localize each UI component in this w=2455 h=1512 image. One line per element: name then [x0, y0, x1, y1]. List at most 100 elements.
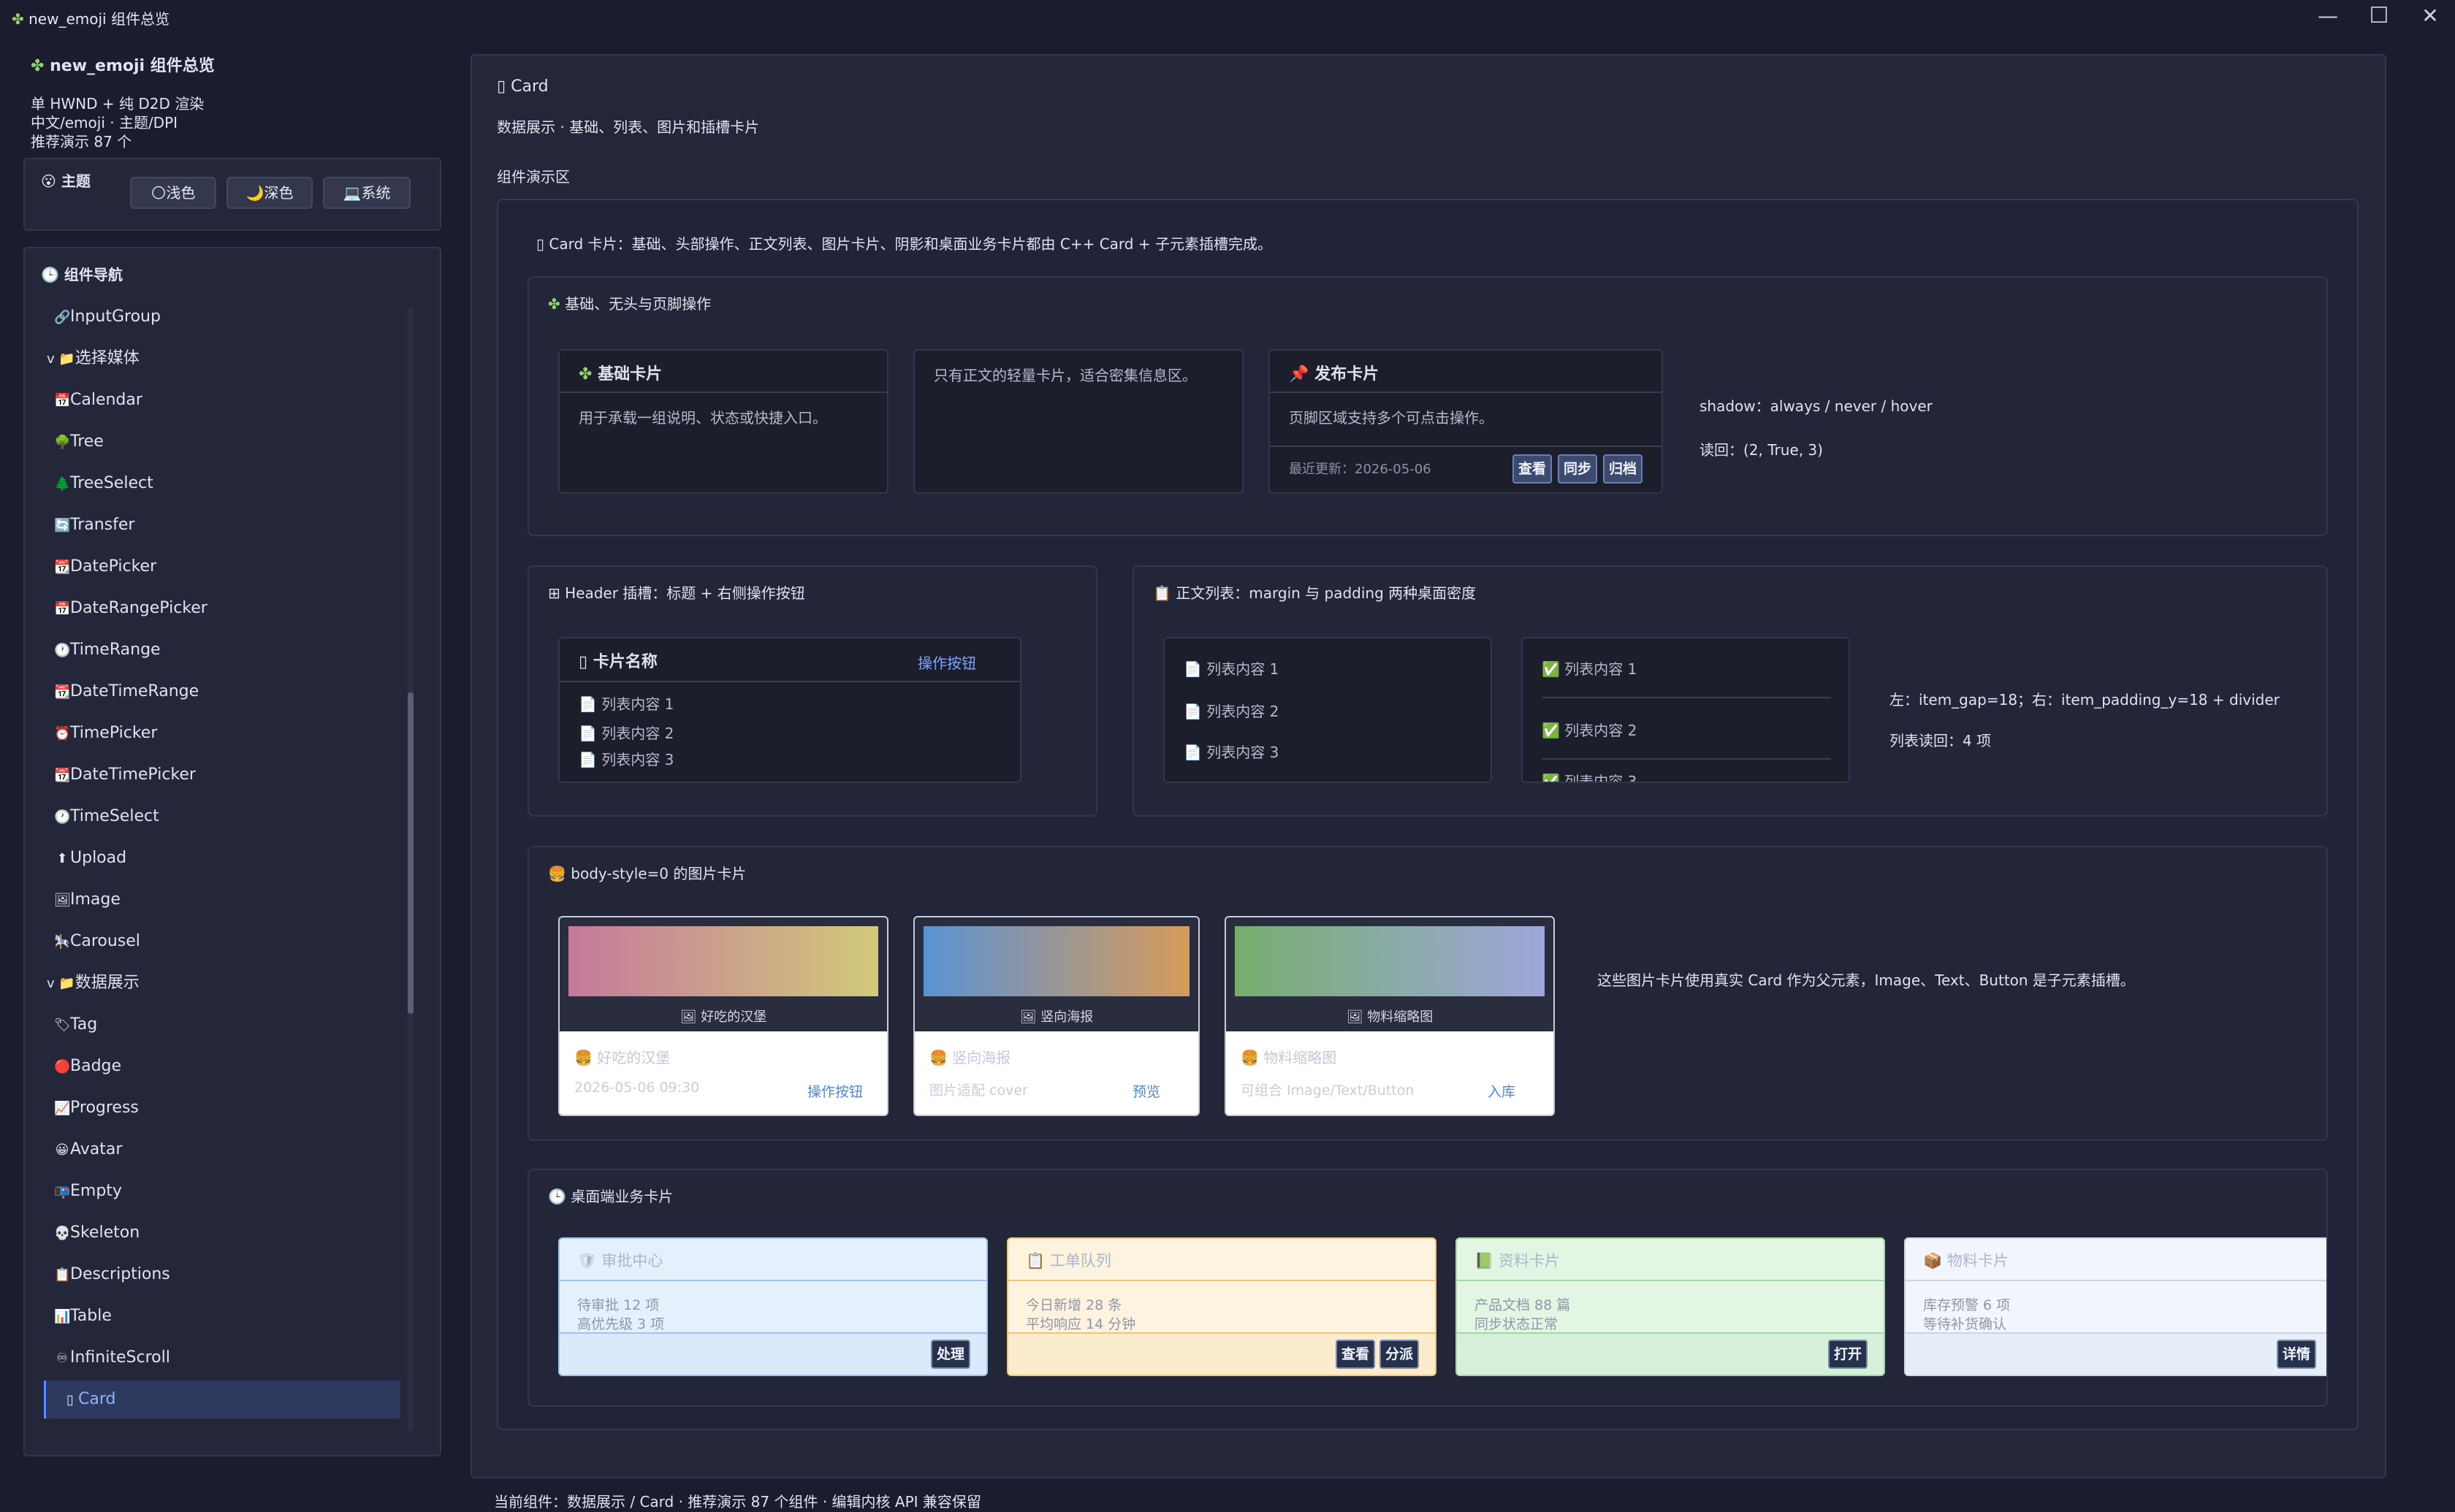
- laptop-icon: 💻: [343, 184, 362, 202]
- theme-light-button[interactable]: 🌕浅色: [130, 177, 216, 209]
- theme-system-button[interactable]: 💻系统: [323, 177, 411, 209]
- image-caption: 🖼 竖向海报: [1019, 1009, 1094, 1025]
- section-business: 🕒 桌面端业务卡片 🛡 审批中心 待审批 12 项高优先级 3 项处理 📋 工单队列…: [528, 1169, 2328, 1407]
- nav-item[interactable]: 📆DateTimeRange: [54, 673, 390, 711]
- nav-item[interactable]: 💀Skeleton: [54, 1214, 390, 1252]
- component-icon: ▯: [66, 1392, 74, 1408]
- nav-item[interactable]: 🔗InputGroup: [54, 298, 390, 336]
- nav-item-label: Tag: [70, 1015, 98, 1034]
- section-header-slot: ⊞ Header 插槽：标题 + 右侧操作按钮 ▯ 卡片名称 操作按钮 📄 列表…: [528, 565, 1097, 817]
- nav-item[interactable]: 📅DateRangePicker: [54, 589, 390, 627]
- nav-item-label: Skeleton: [70, 1223, 140, 1242]
- document-icon: 📄: [579, 695, 597, 713]
- section-header-slot-title: ⊞ Header 插槽：标题 + 右侧操作按钮: [548, 584, 805, 602]
- image-card-action[interactable]: 操作按钮: [795, 1081, 875, 1101]
- business-card-title: 📋 工单队列: [1026, 1252, 1111, 1269]
- component-icon: 📆: [54, 768, 71, 783]
- nav-item[interactable]: ▯ Card: [44, 1381, 400, 1419]
- margin-list-card: 📄 列表内容 1 📄 列表内容 2 📄 列表内容 3: [1163, 637, 1492, 783]
- image-card-icon: 🍔: [574, 1049, 593, 1066]
- nav-group[interactable]: v 📁选择媒体: [47, 340, 390, 378]
- nav-item-label: Carousel: [70, 932, 140, 950]
- grid-icon: ⊞: [548, 584, 560, 602]
- card-intro: ▯ Card 卡片：基础、头部操作、正文列表、图片卡片、阴影和桌面业务卡片都由 …: [536, 235, 1272, 253]
- nav-item[interactable]: 🎠Carousel: [54, 923, 390, 961]
- image-card-action[interactable]: 预览: [1106, 1081, 1187, 1101]
- list-density-note: 左：item_gap=18；右：item_padding_y=18 + divi…: [1889, 691, 2280, 709]
- maximize-button[interactable]: ☐: [2357, 1, 2401, 31]
- business-card-button[interactable]: 打开: [1828, 1340, 1868, 1369]
- nav-item-label: Tree: [70, 432, 104, 451]
- nav-item-label: InfiniteScroll: [70, 1348, 170, 1367]
- nav-scrollbar-thumb[interactable]: [408, 692, 414, 1014]
- nav-item[interactable]: 📅Calendar: [54, 381, 390, 419]
- close-button[interactable]: ✕: [2408, 1, 2452, 31]
- nav-item[interactable]: 🔴Badge: [54, 1047, 390, 1085]
- business-card-button[interactable]: 处理: [931, 1340, 970, 1369]
- business-card-title: 🛡 审批中心: [577, 1252, 663, 1269]
- image-caption-icon: 🖼: [680, 1009, 697, 1025]
- nav-item[interactable]: 📊Table: [54, 1297, 390, 1335]
- business-card-button[interactable]: 分派: [1379, 1340, 1419, 1369]
- image-caption: 🖼 物料缩略图: [1346, 1009, 1434, 1025]
- nav-item[interactable]: 🕐TimeRange: [54, 631, 390, 669]
- nav-item[interactable]: 📋Descriptions: [54, 1256, 390, 1294]
- palette-icon: 😮: [41, 172, 56, 190]
- archive-button[interactable]: 归档: [1603, 454, 1643, 484]
- info-line: 单 HWND + 纯 D2D 渲染: [31, 95, 205, 112]
- nav-title: 🕒 组件导航: [41, 266, 123, 283]
- nav-item[interactable]: 📆DatePicker: [54, 548, 390, 586]
- nav-item[interactable]: 📈Progress: [54, 1089, 390, 1127]
- section-image-cards: 🍔 body-style=0 的图片卡片 🖼 好吃的汉堡 🍔 好吃的汉堡 2026-…: [528, 846, 2328, 1141]
- component-icon: 🕐: [54, 643, 71, 658]
- image-card-icon: 🍔: [1241, 1049, 1259, 1066]
- component-icon: ⬆: [56, 851, 68, 866]
- info-line: 中文/emoji · 主题/DPI: [31, 114, 178, 131]
- nav-item[interactable]: ♾ InfiniteScroll: [54, 1339, 390, 1377]
- sync-button[interactable]: 同步: [1558, 454, 1597, 484]
- nav-item[interactable]: 🕐TimeSelect: [54, 798, 390, 836]
- nav-item[interactable]: ⏰TimePicker: [54, 714, 390, 752]
- gradient-image: [1235, 926, 1545, 996]
- image-card-action[interactable]: 入库: [1461, 1081, 1542, 1101]
- nav-group[interactable]: v 📁数据展示: [47, 964, 390, 1002]
- nav-item[interactable]: 🖼Image: [54, 881, 390, 919]
- business-card-title: 📦 物料卡片: [1923, 1252, 2009, 1269]
- nav-item[interactable]: 🌳Tree: [54, 423, 390, 461]
- component-icon: 🔄: [54, 518, 71, 533]
- nav-item-label: TimeSelect: [70, 807, 159, 825]
- nav-item[interactable]: 🌲TreeSelect: [54, 465, 390, 503]
- component-icon: ⏰: [54, 726, 71, 741]
- view-button[interactable]: 查看: [1512, 454, 1552, 484]
- header-action-link[interactable]: 操作按钮: [918, 652, 976, 673]
- nav-item-label: Transfer: [70, 516, 135, 534]
- component-icon: 📭: [54, 1184, 71, 1199]
- business-card-line: 产品文档 88 篇: [1474, 1297, 1571, 1313]
- image-card-sub: 可组合 Image/Text/Button: [1241, 1083, 1415, 1099]
- app-icon: ✤: [12, 10, 24, 28]
- business-card-button[interactable]: 查看: [1336, 1340, 1375, 1369]
- image-card-name: 🍔 物料缩略图: [1241, 1049, 1337, 1066]
- nav-item[interactable]: 🏷Tag: [54, 1006, 390, 1044]
- basic-card-body: 用于承载一组说明、状态或快捷入口。: [579, 409, 827, 427]
- component-icon: 😀: [55, 1142, 69, 1158]
- nav-item[interactable]: 📭Empty: [54, 1172, 390, 1210]
- publish-card-title: 📌 发布卡片: [1289, 365, 1379, 383]
- nav-item-label: Table: [70, 1307, 112, 1325]
- readback-note: 读回：(2, True, 3): [1700, 441, 1823, 459]
- section-basic: ✤ 基础、无头与页脚操作 ✤ 基础卡片 用于承载一组说明、状态或快捷入口。 只有…: [528, 276, 2328, 536]
- nav-item[interactable]: 😀Avatar: [54, 1131, 390, 1169]
- puzzle-icon: ✤: [548, 295, 560, 313]
- nav-item[interactable]: 🔄Transfer: [54, 506, 390, 544]
- list-item: 📄 列表内容 1: [1184, 660, 1279, 678]
- section-image-cards-title: 🍔 body-style=0 的图片卡片: [548, 865, 747, 882]
- business-card-button[interactable]: 详情: [2277, 1340, 2316, 1369]
- minimize-button[interactable]: —: [2306, 1, 2350, 31]
- component-icon: 🕐: [54, 809, 71, 825]
- nav-item-label: DatePicker: [70, 557, 157, 576]
- moon-full-icon: 🌕: [151, 184, 167, 202]
- nav-item[interactable]: ⬆ Upload: [54, 839, 390, 877]
- document-icon: 📄: [1184, 703, 1202, 720]
- theme-dark-button[interactable]: 🌙深色: [227, 177, 313, 209]
- nav-item[interactable]: 📆DateTimePicker: [54, 756, 390, 794]
